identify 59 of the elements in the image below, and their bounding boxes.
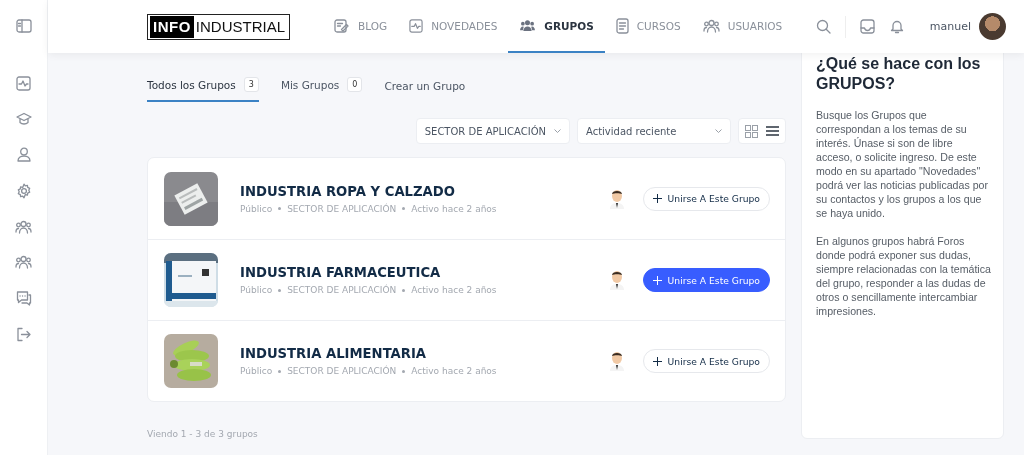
notification-bell-icon[interactable] <box>889 19 904 34</box>
group-meta: Público <box>240 285 273 295</box>
search-icon[interactable] <box>815 19 831 34</box>
count-badge: 0 <box>347 77 363 92</box>
group-title[interactable]: INDUSTRIA ALIMENTARIA <box>240 346 609 361</box>
logo-text: INFO <box>150 15 194 38</box>
blog-icon <box>334 18 351 33</box>
join-group-button[interactable]: Unirse A Este Grupo <box>642 268 770 292</box>
people-icon <box>702 18 720 33</box>
logo-text: INDUSTRIAL <box>194 18 287 35</box>
logo[interactable]: INFO INDUSTRIAL <box>147 13 291 40</box>
plus-icon <box>652 356 662 366</box>
tab[interactable]: Todos los Grupos 3 <box>147 77 259 102</box>
widget-title: ¿Qué se hace con los GRUPOS? <box>816 54 982 94</box>
chevron-down-icon <box>715 128 722 134</box>
sidebar-toggle-icon[interactable] <box>15 19 32 33</box>
group-meta: Público <box>240 366 273 376</box>
grid-view-icon[interactable] <box>745 124 758 138</box>
settings-icon[interactable] <box>15 183 32 199</box>
filter-dropdown[interactable]: SECTOR DE APLICACIÓN <box>415 118 570 144</box>
people-icon[interactable] <box>15 220 32 234</box>
inbox-icon[interactable] <box>859 19 875 34</box>
group-meta: Activo hace 2 años <box>411 366 497 376</box>
chat-icon[interactable] <box>15 290 32 306</box>
plus-icon <box>652 194 662 203</box>
user-name[interactable]: manuel <box>929 20 971 33</box>
group-meta: Público <box>240 203 273 214</box>
widget-paragraph: En algunos grupos habrá Foros donde podrá exponer sus dudas, siempre relacionadas con la temática del grupo, responder a las dudas de otros o sencillamente intercambiar impresiones. <box>816 234 991 318</box>
list-view-icon[interactable] <box>766 126 779 136</box>
people-icon[interactable] <box>15 255 32 269</box>
chevron-down-icon <box>554 128 561 134</box>
user-avatar[interactable] <box>979 13 1006 40</box>
join-group-button[interactable]: Unirse A Este Grupo <box>642 349 770 373</box>
graduation-cap-icon[interactable] <box>15 112 32 126</box>
group-meta: SECTOR DE APLICACIÓN <box>287 366 397 376</box>
member-avatar-icon[interactable] <box>608 270 625 290</box>
member-avatar-icon[interactable] <box>608 188 625 209</box>
group-meta: Activo hace 2 años <box>411 203 497 214</box>
count-badge: 3 <box>243 77 259 92</box>
plus-icon <box>652 275 662 285</box>
logout-icon[interactable] <box>16 327 31 342</box>
tab[interactable]: Mis Grupos 0 <box>280 77 363 102</box>
member-avatar-icon[interactable] <box>608 351 625 371</box>
widget-paragraph: Busque los Grupos que correspondan a los temas de su interés. Únase si son de libre acceso, o solicite ingreso. De este modo en su apartado "Novedades" podrá ver las noticias publicadas por su contactos y los grupos a los que se haya unido. <box>816 108 989 220</box>
user-icon[interactable] <box>16 147 31 162</box>
activity-icon[interactable] <box>16 76 31 91</box>
group-meta: Activo hace 2 años <box>411 285 497 295</box>
tab[interactable]: Crear un Grupo <box>384 80 466 102</box>
group-title[interactable]: INDUSTRIA ROPA Y CALZADO <box>240 183 609 199</box>
filter-dropdown[interactable]: Actividad reciente <box>577 118 731 144</box>
group-meta: SECTOR DE APLICACIÓN <box>287 203 397 214</box>
document-icon <box>615 17 629 34</box>
group-meta: SECTOR DE APLICACIÓN <box>287 285 397 295</box>
group-title[interactable]: INDUSTRIA FARMACEUTICA <box>240 265 609 280</box>
pagination-text: Viendo 1 - 3 de 3 grupos <box>147 429 259 439</box>
people-icon <box>519 19 537 32</box>
activity-icon <box>409 18 424 33</box>
join-group-button[interactable]: Unirse A Este Grupo <box>642 186 770 211</box>
nav-item[interactable]: GRUPOS <box>508 0 605 53</box>
